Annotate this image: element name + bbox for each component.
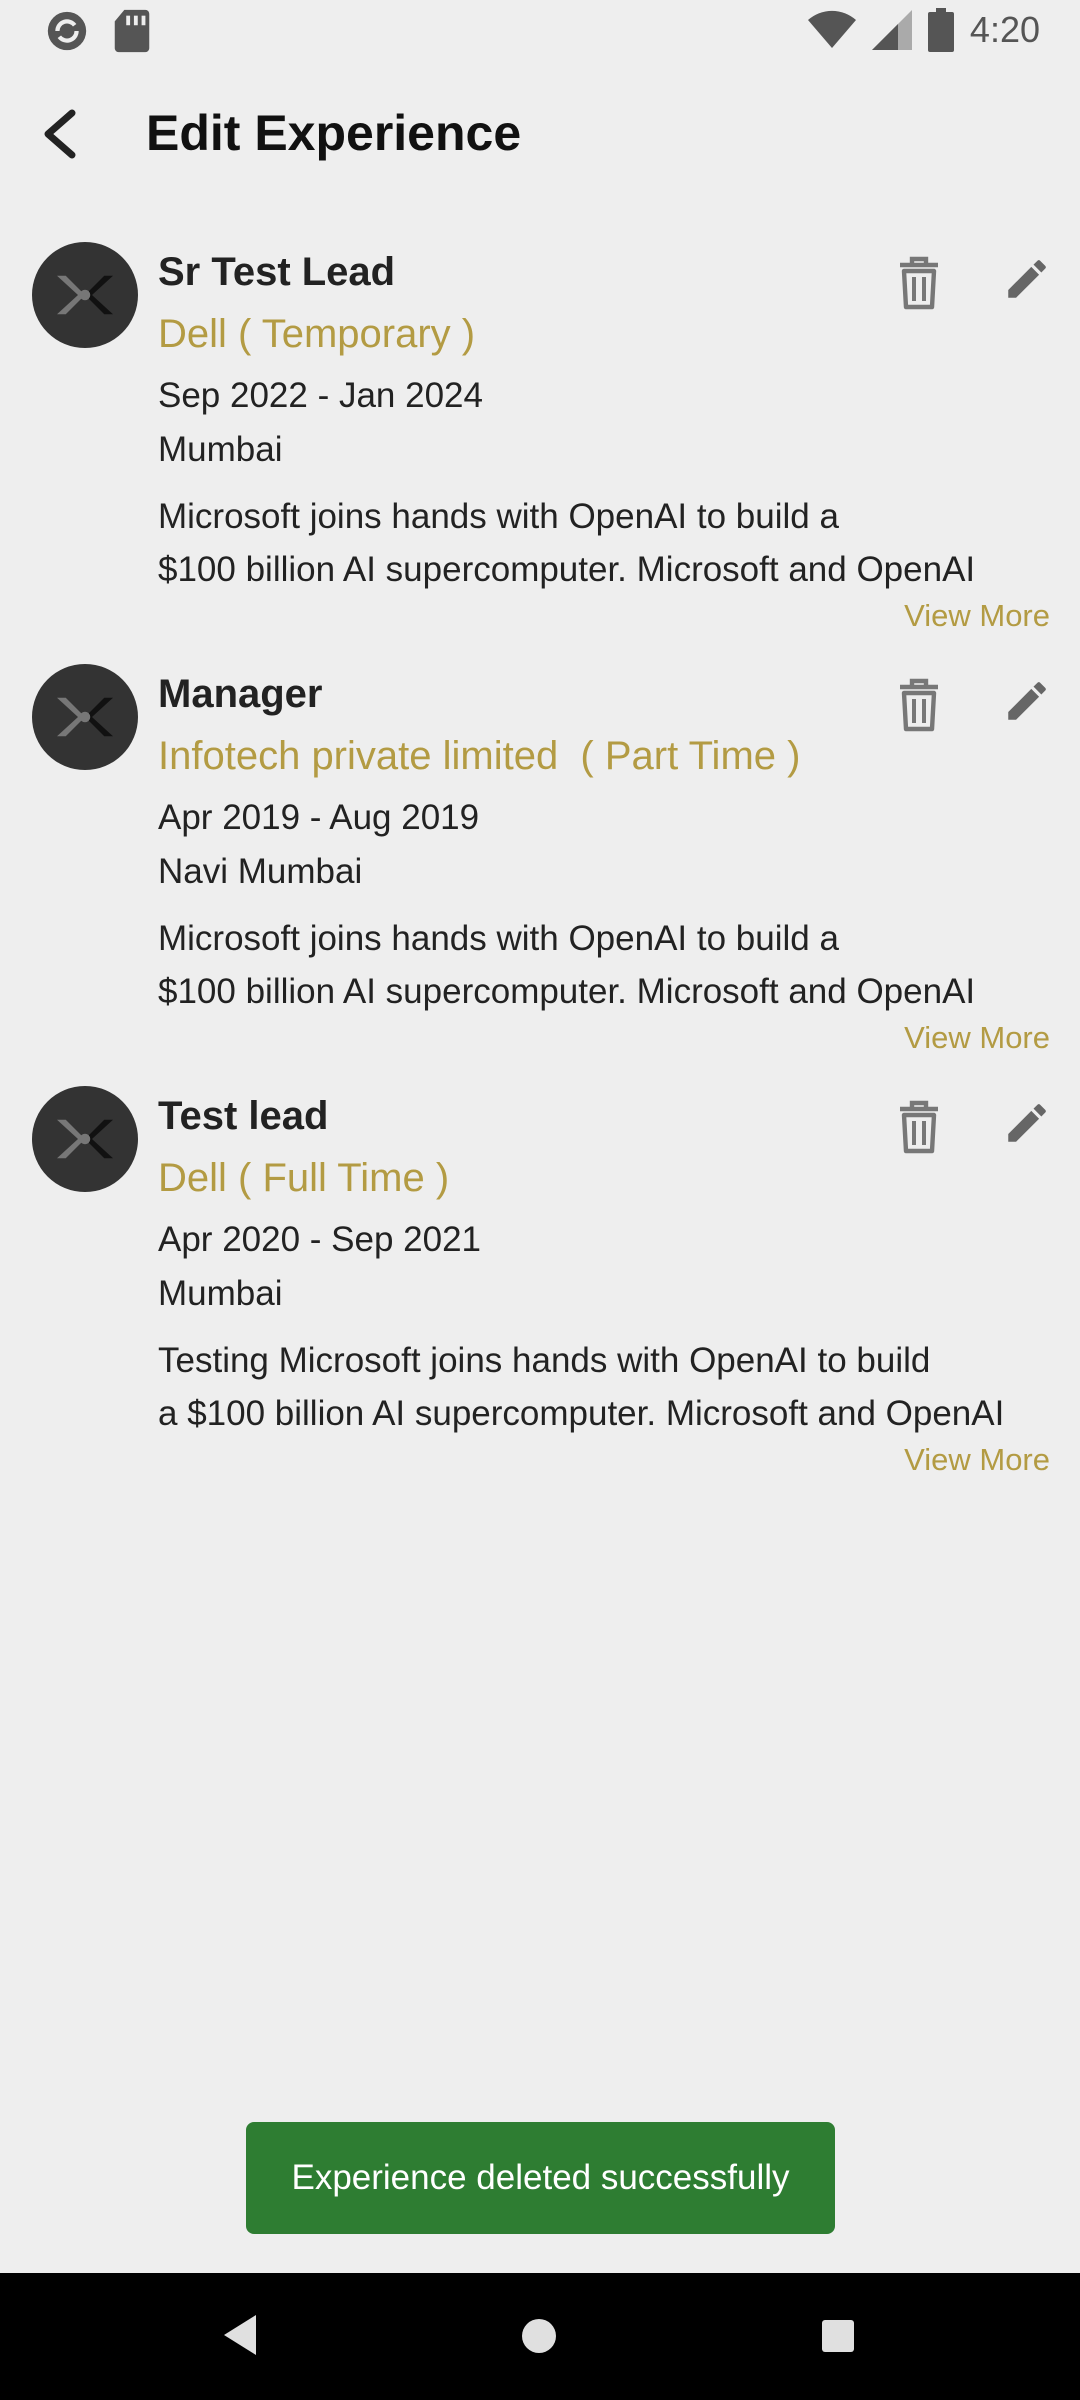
company-logo [32,664,138,770]
date-range: Sep 2022 - Jan 2024 [158,376,483,415]
company-logo-icon [57,275,113,315]
edit-button[interactable] [994,246,1060,312]
trash-icon [900,256,938,310]
nav-back-icon[interactable] [220,2313,260,2357]
description-line: Microsoft joins hands with OpenAI to bui… [158,497,839,536]
pencil-icon [1008,260,1046,298]
company-logo-icon [57,1119,113,1159]
description-line: Testing Microsoft joins hands with OpenA… [158,1341,931,1380]
description-line: a $100 billion AI supercomputer. Microso… [158,1394,1005,1433]
location: Mumbai [158,430,283,469]
status-time: 4:20 [969,9,1040,50]
experience-item: Sr Test Lead Dell ( Temporary ) Sep 2022… [0,220,1080,642]
experience-list: Sr Test Lead Dell ( Temporary ) Sep 2022… [0,220,1080,1486]
date-range: Apr 2020 - Sep 2021 [158,1220,482,1259]
page-title: Edit Experience [146,105,522,161]
wifi-icon [807,10,856,49]
back-button[interactable] [20,94,100,174]
pencil-icon [1008,682,1046,720]
view-more-link[interactable]: View More [904,1442,1050,1478]
view-more-link[interactable]: View More [904,598,1050,634]
signal-icon [871,10,912,50]
description-line: Microsoft joins hands with OpenAI to bui… [158,919,839,958]
description: Testing Microsoft joins hands with OpenA… [158,1334,1048,1440]
nav-home-icon[interactable] [522,2319,556,2353]
company-logo [32,242,138,348]
company-logo [32,1086,138,1192]
trash-icon [900,678,938,732]
delete-button[interactable] [886,672,952,738]
edit-button[interactable] [994,1090,1060,1156]
location: Mumbai [158,1274,283,1313]
company-name: Infotech private limited ( Part Time ) [158,734,801,778]
app-bar: Edit Experience [0,64,1080,204]
sd-card-icon [114,9,150,53]
company-logo-icon [57,697,113,737]
experience-item: Test lead Dell ( Full Time ) Apr 2020 - … [0,1064,1080,1486]
job-title: Manager [158,672,323,716]
company-name: Dell ( Temporary ) [158,312,476,356]
nav-recents-icon[interactable] [822,2320,854,2352]
battery-icon [927,8,954,52]
back-arrow-icon [44,109,76,159]
job-title: Sr Test Lead [158,250,396,294]
status-bar: 4:20 [0,0,1080,64]
delete-button[interactable] [886,1094,952,1160]
job-title: Test lead [158,1094,329,1138]
pencil-icon [1008,1104,1046,1142]
description: Microsoft joins hands with OpenAI to bui… [158,490,1048,596]
description-line: $100 billion AI supercomputer. Microsoft… [158,972,976,1011]
location: Navi Mumbai [158,852,363,891]
company-name: Dell ( Full Time ) [158,1156,450,1200]
trash-icon [900,1100,938,1154]
view-more-link[interactable]: View More [904,1020,1050,1056]
toast-message: Experience deleted successfully [246,2122,835,2234]
delete-button[interactable] [886,250,952,316]
date-range: Apr 2019 - Aug 2019 [158,798,480,837]
edit-button[interactable] [994,668,1060,734]
sync-icon [47,11,87,51]
description-line: $100 billion AI supercomputer. Microsoft… [158,550,976,589]
description: Microsoft joins hands with OpenAI to bui… [158,912,1048,1018]
experience-item: Manager Infotech private limited ( Part … [0,642,1080,1064]
system-nav-bar [0,2273,1080,2400]
